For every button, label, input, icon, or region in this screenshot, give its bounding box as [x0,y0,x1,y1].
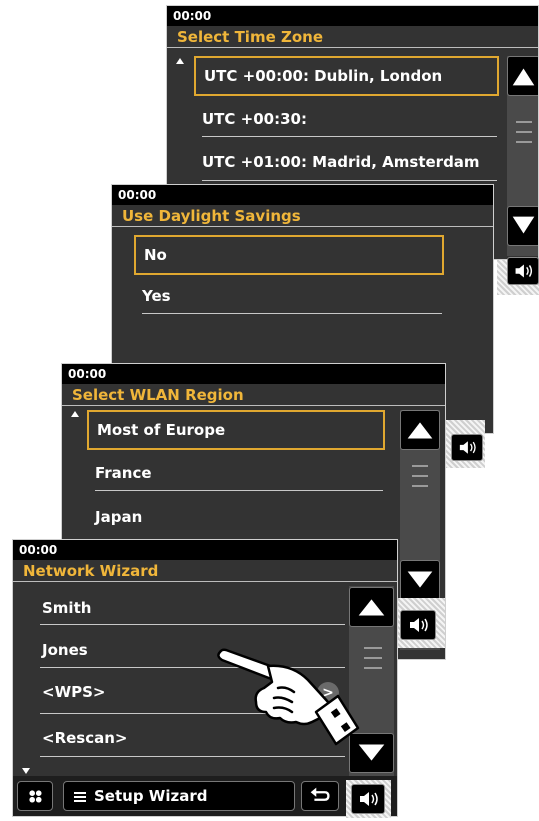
triangle-up-icon [407,422,433,439]
triangle-down-icon [407,571,433,588]
list-item-selected[interactable]: No [134,235,444,275]
list-item[interactable]: UTC +00:30: [194,99,499,139]
status-bar: 00:00 [13,540,397,560]
triangle-up-icon [512,68,535,86]
list-item[interactable]: Smith [34,588,346,628]
home-button[interactable] [17,781,53,811]
screen-title: Use Daylight Savings [112,205,493,227]
status-bar: 00:00 [62,364,445,384]
status-bar: 00:00 [167,6,538,26]
scroll-marker-down [22,768,30,774]
speaker-icon [459,441,476,454]
clock: 00:00 [118,188,157,202]
list-item-selected[interactable]: UTC +00:00: Dublin, London [194,56,499,96]
menu-label: Setup Wizard [94,787,208,805]
divider [142,313,442,314]
bottom-toolbar: Setup Wizard [13,776,397,816]
scroll-thumb[interactable] [412,465,428,495]
scroll-marker-up [71,411,79,417]
volume-button[interactable] [400,610,436,640]
list-item-selected[interactable]: Most of Europe [87,410,385,450]
speaker-icon [410,618,428,632]
triangle-down-icon [512,216,535,234]
divider [40,624,345,625]
hamburger-icon [74,790,86,804]
speaker-icon [515,264,533,278]
screen-title: Network Wizard [13,560,397,582]
four-dots-icon [29,790,42,803]
volume-button[interactable] [451,434,483,461]
divider [202,136,497,137]
screen-title: Select Time Zone [167,26,538,48]
scroll-down-button[interactable] [507,206,538,246]
scroll-thumb[interactable] [516,121,532,151]
scroll-down-button[interactable] [400,560,440,600]
clock: 00:00 [173,9,212,23]
pointing-hand-icon [217,648,360,746]
divider [95,490,383,491]
divider [40,756,345,757]
volume-button[interactable] [351,784,385,814]
list-item[interactable]: UTC +01:00: Madrid, Amsterdam [194,142,534,182]
speaker-icon [360,792,378,806]
back-button[interactable] [301,781,339,811]
list-item[interactable]: Yes [134,276,444,316]
list-item[interactable]: Japan [87,497,385,537]
menu-button[interactable]: Setup Wizard [63,781,295,811]
status-bar: 00:00 [112,185,493,205]
scroll-up-button[interactable] [349,587,394,627]
triangle-up-icon [358,599,385,616]
scroll-up-button[interactable] [400,410,440,450]
divider [202,180,497,181]
scroll-up-button[interactable] [507,56,538,96]
list-item[interactable]: France [87,453,385,493]
return-arrow-icon [310,787,330,801]
volume-button[interactable] [507,257,539,285]
scroll-marker-up [176,58,184,64]
screen-title: Select WLAN Region [62,384,445,406]
clock: 00:00 [68,367,107,381]
clock: 00:00 [19,543,58,557]
